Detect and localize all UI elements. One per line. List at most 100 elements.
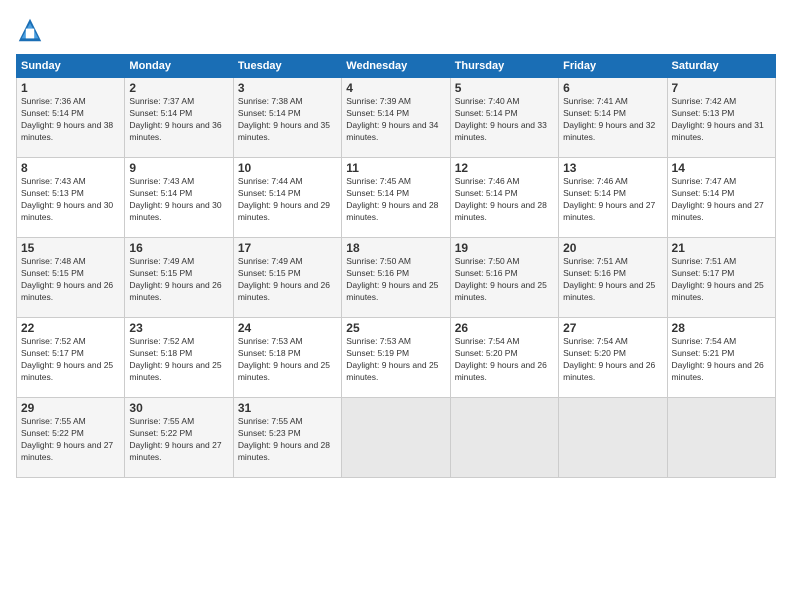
day-number: 27 xyxy=(563,321,662,335)
day-info: Sunrise: 7:37 AM Sunset: 5:14 PM Dayligh… xyxy=(129,96,228,144)
day-info: Sunrise: 7:46 AM Sunset: 5:14 PM Dayligh… xyxy=(563,176,662,224)
day-cell xyxy=(450,398,558,478)
day-info: Sunrise: 7:45 AM Sunset: 5:14 PM Dayligh… xyxy=(346,176,445,224)
day-info: Sunrise: 7:51 AM Sunset: 5:17 PM Dayligh… xyxy=(672,256,771,304)
day-info: Sunrise: 7:39 AM Sunset: 5:14 PM Dayligh… xyxy=(346,96,445,144)
day-cell: 21 Sunrise: 7:51 AM Sunset: 5:17 PM Dayl… xyxy=(667,238,775,318)
day-info: Sunrise: 7:36 AM Sunset: 5:14 PM Dayligh… xyxy=(21,96,120,144)
day-cell: 20 Sunrise: 7:51 AM Sunset: 5:16 PM Dayl… xyxy=(559,238,667,318)
calendar-table: SundayMondayTuesdayWednesdayThursdayFrid… xyxy=(16,54,776,478)
day-number: 13 xyxy=(563,161,662,175)
day-number: 16 xyxy=(129,241,228,255)
day-info: Sunrise: 7:55 AM Sunset: 5:23 PM Dayligh… xyxy=(238,416,337,464)
header-tuesday: Tuesday xyxy=(233,55,341,78)
day-number: 19 xyxy=(455,241,554,255)
day-info: Sunrise: 7:38 AM Sunset: 5:14 PM Dayligh… xyxy=(238,96,337,144)
day-info: Sunrise: 7:52 AM Sunset: 5:17 PM Dayligh… xyxy=(21,336,120,384)
day-info: Sunrise: 7:53 AM Sunset: 5:19 PM Dayligh… xyxy=(346,336,445,384)
day-cell: 7 Sunrise: 7:42 AM Sunset: 5:13 PM Dayli… xyxy=(667,78,775,158)
day-cell: 12 Sunrise: 7:46 AM Sunset: 5:14 PM Dayl… xyxy=(450,158,558,238)
day-cell: 11 Sunrise: 7:45 AM Sunset: 5:14 PM Dayl… xyxy=(342,158,450,238)
day-number: 6 xyxy=(563,81,662,95)
day-number: 29 xyxy=(21,401,120,415)
day-info: Sunrise: 7:47 AM Sunset: 5:14 PM Dayligh… xyxy=(672,176,771,224)
day-cell: 9 Sunrise: 7:43 AM Sunset: 5:14 PM Dayli… xyxy=(125,158,233,238)
header-monday: Monday xyxy=(125,55,233,78)
day-cell: 22 Sunrise: 7:52 AM Sunset: 5:17 PM Dayl… xyxy=(17,318,125,398)
day-number: 8 xyxy=(21,161,120,175)
day-number: 30 xyxy=(129,401,228,415)
day-cell: 1 Sunrise: 7:36 AM Sunset: 5:14 PM Dayli… xyxy=(17,78,125,158)
day-cell: 10 Sunrise: 7:44 AM Sunset: 5:14 PM Dayl… xyxy=(233,158,341,238)
day-info: Sunrise: 7:41 AM Sunset: 5:14 PM Dayligh… xyxy=(563,96,662,144)
day-number: 3 xyxy=(238,81,337,95)
header-wednesday: Wednesday xyxy=(342,55,450,78)
week-row-2: 8 Sunrise: 7:43 AM Sunset: 5:13 PM Dayli… xyxy=(17,158,776,238)
day-info: Sunrise: 7:43 AM Sunset: 5:13 PM Dayligh… xyxy=(21,176,120,224)
header-saturday: Saturday xyxy=(667,55,775,78)
day-cell: 18 Sunrise: 7:50 AM Sunset: 5:16 PM Dayl… xyxy=(342,238,450,318)
day-number: 10 xyxy=(238,161,337,175)
header-row: SundayMondayTuesdayWednesdayThursdayFrid… xyxy=(17,55,776,78)
day-cell xyxy=(342,398,450,478)
day-number: 1 xyxy=(21,81,120,95)
day-number: 14 xyxy=(672,161,771,175)
day-number: 24 xyxy=(238,321,337,335)
day-cell: 16 Sunrise: 7:49 AM Sunset: 5:15 PM Dayl… xyxy=(125,238,233,318)
day-info: Sunrise: 7:50 AM Sunset: 5:16 PM Dayligh… xyxy=(346,256,445,304)
day-info: Sunrise: 7:48 AM Sunset: 5:15 PM Dayligh… xyxy=(21,256,120,304)
day-number: 15 xyxy=(21,241,120,255)
day-number: 18 xyxy=(346,241,445,255)
day-info: Sunrise: 7:51 AM Sunset: 5:16 PM Dayligh… xyxy=(563,256,662,304)
day-info: Sunrise: 7:54 AM Sunset: 5:20 PM Dayligh… xyxy=(455,336,554,384)
day-info: Sunrise: 7:55 AM Sunset: 5:22 PM Dayligh… xyxy=(21,416,120,464)
day-cell: 29 Sunrise: 7:55 AM Sunset: 5:22 PM Dayl… xyxy=(17,398,125,478)
logo xyxy=(16,16,46,44)
day-number: 28 xyxy=(672,321,771,335)
day-info: Sunrise: 7:52 AM Sunset: 5:18 PM Dayligh… xyxy=(129,336,228,384)
day-info: Sunrise: 7:49 AM Sunset: 5:15 PM Dayligh… xyxy=(129,256,228,304)
day-info: Sunrise: 7:42 AM Sunset: 5:13 PM Dayligh… xyxy=(672,96,771,144)
day-cell: 15 Sunrise: 7:48 AM Sunset: 5:15 PM Dayl… xyxy=(17,238,125,318)
day-cell: 17 Sunrise: 7:49 AM Sunset: 5:15 PM Dayl… xyxy=(233,238,341,318)
day-info: Sunrise: 7:54 AM Sunset: 5:20 PM Dayligh… xyxy=(563,336,662,384)
day-info: Sunrise: 7:53 AM Sunset: 5:18 PM Dayligh… xyxy=(238,336,337,384)
day-cell: 27 Sunrise: 7:54 AM Sunset: 5:20 PM Dayl… xyxy=(559,318,667,398)
day-number: 26 xyxy=(455,321,554,335)
day-cell: 8 Sunrise: 7:43 AM Sunset: 5:13 PM Dayli… xyxy=(17,158,125,238)
header-sunday: Sunday xyxy=(17,55,125,78)
day-cell: 14 Sunrise: 7:47 AM Sunset: 5:14 PM Dayl… xyxy=(667,158,775,238)
day-cell xyxy=(667,398,775,478)
day-number: 25 xyxy=(346,321,445,335)
day-info: Sunrise: 7:50 AM Sunset: 5:16 PM Dayligh… xyxy=(455,256,554,304)
day-number: 2 xyxy=(129,81,228,95)
day-number: 4 xyxy=(346,81,445,95)
day-cell: 13 Sunrise: 7:46 AM Sunset: 5:14 PM Dayl… xyxy=(559,158,667,238)
header-friday: Friday xyxy=(559,55,667,78)
day-cell: 4 Sunrise: 7:39 AM Sunset: 5:14 PM Dayli… xyxy=(342,78,450,158)
week-row-5: 29 Sunrise: 7:55 AM Sunset: 5:22 PM Dayl… xyxy=(17,398,776,478)
day-cell xyxy=(559,398,667,478)
day-info: Sunrise: 7:43 AM Sunset: 5:14 PM Dayligh… xyxy=(129,176,228,224)
day-info: Sunrise: 7:46 AM Sunset: 5:14 PM Dayligh… xyxy=(455,176,554,224)
day-number: 5 xyxy=(455,81,554,95)
header-thursday: Thursday xyxy=(450,55,558,78)
day-cell: 28 Sunrise: 7:54 AM Sunset: 5:21 PM Dayl… xyxy=(667,318,775,398)
day-cell: 3 Sunrise: 7:38 AM Sunset: 5:14 PM Dayli… xyxy=(233,78,341,158)
day-info: Sunrise: 7:54 AM Sunset: 5:21 PM Dayligh… xyxy=(672,336,771,384)
calendar-page: SundayMondayTuesdayWednesdayThursdayFrid… xyxy=(0,0,792,486)
day-number: 21 xyxy=(672,241,771,255)
day-info: Sunrise: 7:44 AM Sunset: 5:14 PM Dayligh… xyxy=(238,176,337,224)
day-number: 17 xyxy=(238,241,337,255)
day-number: 23 xyxy=(129,321,228,335)
day-info: Sunrise: 7:49 AM Sunset: 5:15 PM Dayligh… xyxy=(238,256,337,304)
day-cell: 31 Sunrise: 7:55 AM Sunset: 5:23 PM Dayl… xyxy=(233,398,341,478)
day-info: Sunrise: 7:40 AM Sunset: 5:14 PM Dayligh… xyxy=(455,96,554,144)
day-number: 11 xyxy=(346,161,445,175)
day-number: 22 xyxy=(21,321,120,335)
day-number: 31 xyxy=(238,401,337,415)
day-cell: 6 Sunrise: 7:41 AM Sunset: 5:14 PM Dayli… xyxy=(559,78,667,158)
day-number: 9 xyxy=(129,161,228,175)
day-number: 20 xyxy=(563,241,662,255)
day-cell: 2 Sunrise: 7:37 AM Sunset: 5:14 PM Dayli… xyxy=(125,78,233,158)
